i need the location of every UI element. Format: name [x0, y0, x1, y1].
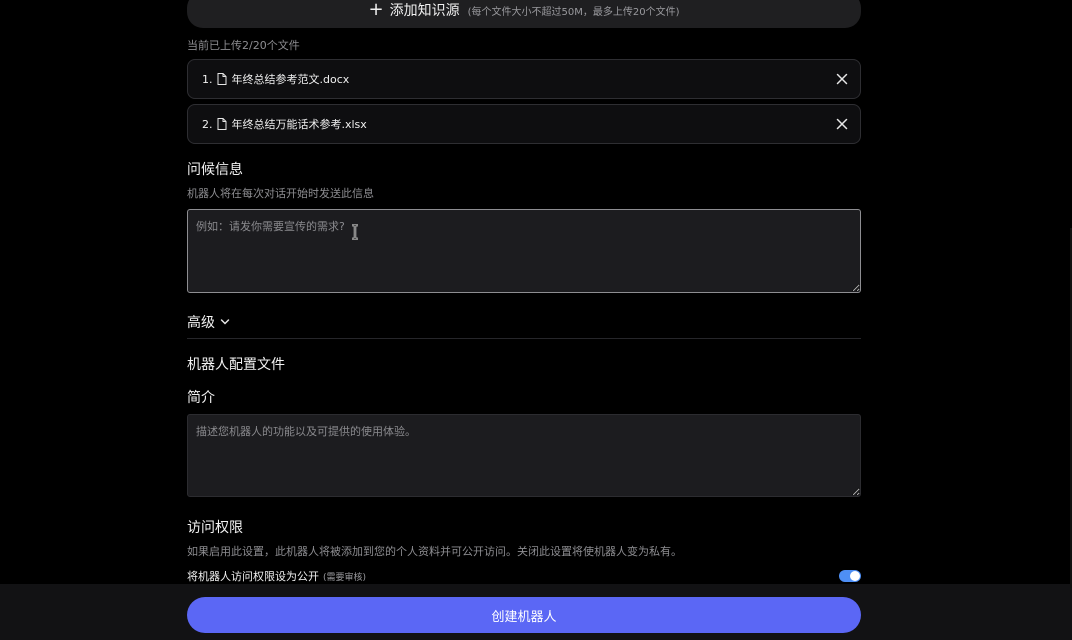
public-access-sublabel: (需要审核)	[323, 572, 367, 583]
access-description: 如果启用此设置，此机器人将被添加到您的个人资料并可公开访问。关闭此设置将使机器人…	[187, 545, 682, 558]
greeting-title: 问候信息	[187, 162, 243, 178]
document-icon	[217, 73, 226, 85]
upload-count: 当前已上传2/20个文件	[187, 39, 300, 52]
add-knowledge-source-button[interactable]: + 添加知识源 (每个文件大小不超过50M，最多上传20个文件)	[187, 0, 861, 28]
divider	[187, 338, 861, 339]
plus-icon: +	[368, 0, 384, 20]
access-title: 访问权限	[187, 520, 243, 536]
chevron-down-icon	[220, 319, 230, 325]
bot-config-page: + 添加知识源 (每个文件大小不超过50M，最多上传20个文件) 当前已上传2/…	[0, 0, 1072, 640]
file-index: 2.	[202, 117, 213, 131]
close-icon[interactable]	[836, 73, 848, 85]
advanced-toggle[interactable]: 高级	[187, 312, 230, 332]
public-access-row: 将机器人访问权限设为公开 (需要审核)	[187, 568, 861, 584]
file-name: 年终总结万能话术参考.xlsx	[231, 118, 367, 131]
public-access-toggle[interactable]	[839, 570, 861, 582]
close-icon[interactable]	[836, 118, 848, 130]
intro-input[interactable]	[187, 414, 861, 497]
file-name: 年终总结参考范文.docx	[231, 73, 350, 86]
add-knowledge-source-hint: (每个文件大小不超过50M，最多上传20个文件)	[467, 6, 680, 18]
footer-bar: 创建机器人	[0, 584, 1072, 640]
create-bot-button[interactable]: 创建机器人	[187, 597, 861, 633]
public-access-label: 将机器人访问权限设为公开	[187, 570, 319, 583]
advanced-label: 高级	[187, 315, 215, 331]
greeting-input[interactable]	[187, 209, 861, 293]
document-icon	[217, 118, 226, 130]
toggle-knob	[850, 571, 860, 581]
intro-title: 简介	[187, 390, 215, 406]
greeting-description: 机器人将在每次对话开始时发送此信息	[187, 187, 374, 200]
profile-title: 机器人配置文件	[187, 357, 285, 373]
file-item: 2. 年终总结万能话术参考.xlsx	[187, 104, 861, 144]
add-knowledge-source-label: 添加知识源	[389, 3, 460, 19]
file-item: 1. 年终总结参考范文.docx	[187, 59, 861, 99]
file-index: 1.	[202, 72, 213, 86]
text-cursor-icon	[352, 224, 358, 240]
